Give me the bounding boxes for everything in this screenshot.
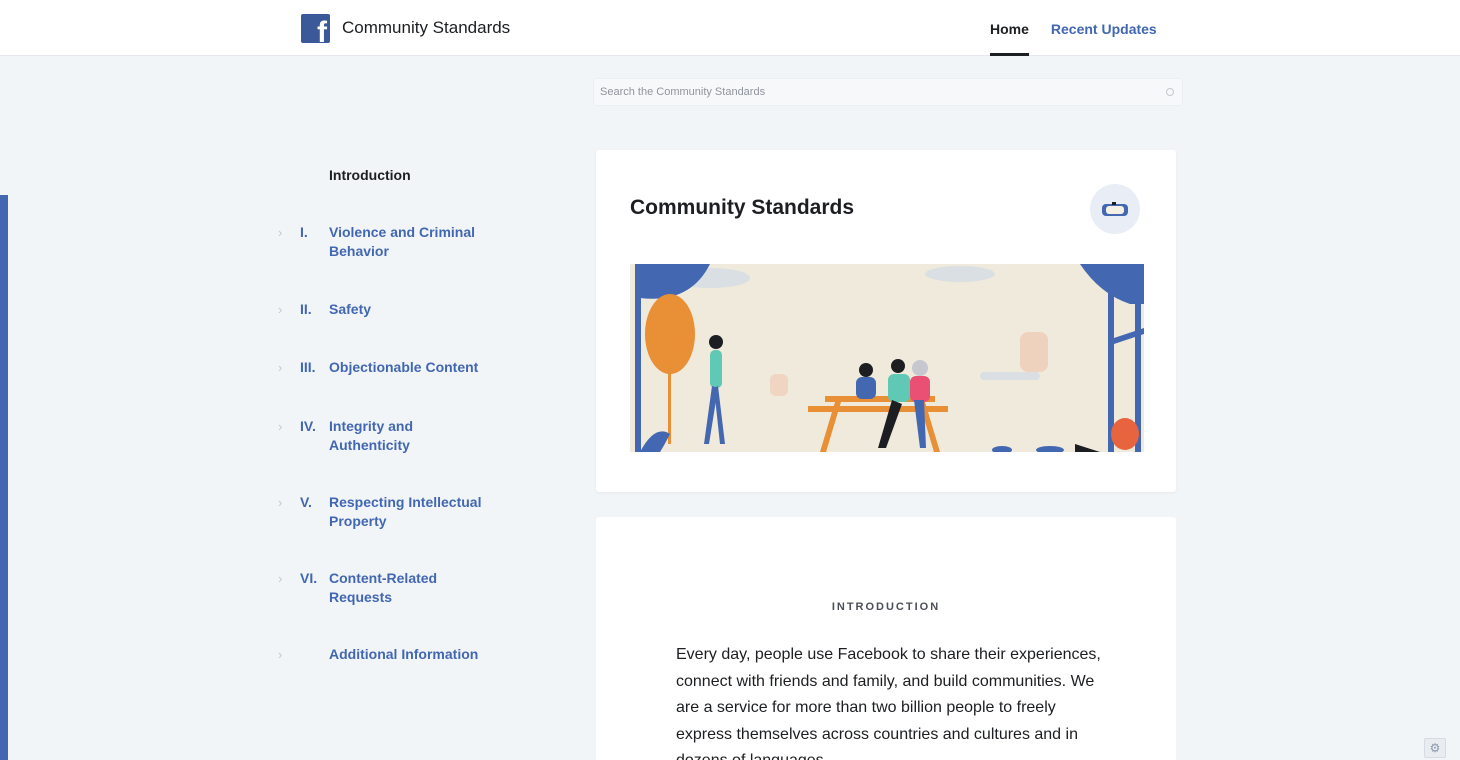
sidebar-item-integrity[interactable]: › IV. Integrity and Authenticity bbox=[270, 417, 510, 457]
search-icon[interactable] bbox=[1166, 88, 1174, 96]
sidebar-item-label: Respecting Intellectual Property bbox=[329, 494, 482, 529]
search-bar bbox=[593, 78, 1183, 106]
nav-recent-updates-link[interactable]: Recent Updates bbox=[1051, 0, 1157, 56]
sidebar-item-number: III. bbox=[300, 359, 316, 375]
sidebar-item-label: Violence and Criminal Behavior bbox=[329, 224, 476, 259]
search-input[interactable] bbox=[594, 79, 1182, 105]
nav-home-link[interactable]: Home bbox=[990, 0, 1029, 56]
sidebar-item-label: Additional Information bbox=[329, 646, 479, 662]
sidebar-item-content-requests[interactable]: › VI. Content-Related Requests bbox=[270, 569, 510, 609]
sidebar-item-additional-info[interactable]: › Additional Information bbox=[270, 645, 510, 665]
chevron-right-icon: › bbox=[278, 495, 283, 510]
sidebar-item-objectionable[interactable]: › III. Objectionable Content bbox=[270, 358, 510, 378]
chevron-right-icon: › bbox=[278, 647, 283, 662]
sidebar-item-label: Integrity and Authenticity bbox=[329, 418, 414, 453]
chevron-right-icon: › bbox=[278, 419, 283, 434]
community-standards-card: Community Standards bbox=[596, 150, 1176, 492]
page-title: Community Standards bbox=[630, 196, 855, 219]
intro-paragraph: Every day, people use Facebook to share … bbox=[676, 646, 1101, 760]
sidebar-item-intellectual-property[interactable]: › V. Respecting Intellectual Property bbox=[270, 493, 510, 533]
sidebar-item-number: I. bbox=[300, 224, 308, 240]
sidebar-item-label: Content-Related Requests bbox=[329, 570, 438, 605]
sidebar-item-number: II. bbox=[300, 301, 312, 317]
settings-icon[interactable]: ⚙ bbox=[1424, 738, 1446, 758]
sidebar-item-number: IV. bbox=[300, 418, 316, 434]
chevron-right-icon: › bbox=[278, 225, 283, 240]
sidebar-item-number: VI. bbox=[300, 570, 318, 586]
chevron-right-icon: › bbox=[278, 571, 283, 586]
top-header: f Community Standards Home Recent Update… bbox=[0, 0, 1460, 56]
sidebar-item-introduction[interactable]: Introduction bbox=[329, 167, 411, 183]
mask-badge-icon bbox=[1090, 184, 1140, 234]
sidebar-item-number: V. bbox=[300, 494, 312, 510]
sidebar-item-label: Objectionable Content bbox=[329, 359, 479, 375]
hero-illustration bbox=[630, 264, 1144, 452]
chevron-right-icon: › bbox=[278, 302, 283, 317]
brand[interactable]: f Community Standards bbox=[301, 13, 510, 43]
facebook-logo-icon: f bbox=[301, 13, 330, 43]
chevron-right-icon: › bbox=[278, 360, 283, 375]
brand-title: Community Standards bbox=[342, 18, 511, 37]
sidebar-item-label: Safety bbox=[329, 301, 372, 317]
sidebar-item-safety[interactable]: › II. Safety bbox=[270, 300, 510, 320]
introduction-section: INTRODUCTION Every day, people use Faceb… bbox=[596, 517, 1176, 760]
top-nav: Home Recent Updates bbox=[990, 0, 1157, 56]
sidebar-item-violence[interactable]: › I. Violence and Criminal Behavior bbox=[270, 223, 510, 263]
left-accent-bar bbox=[0, 195, 8, 760]
section-heading: INTRODUCTION bbox=[831, 601, 941, 613]
